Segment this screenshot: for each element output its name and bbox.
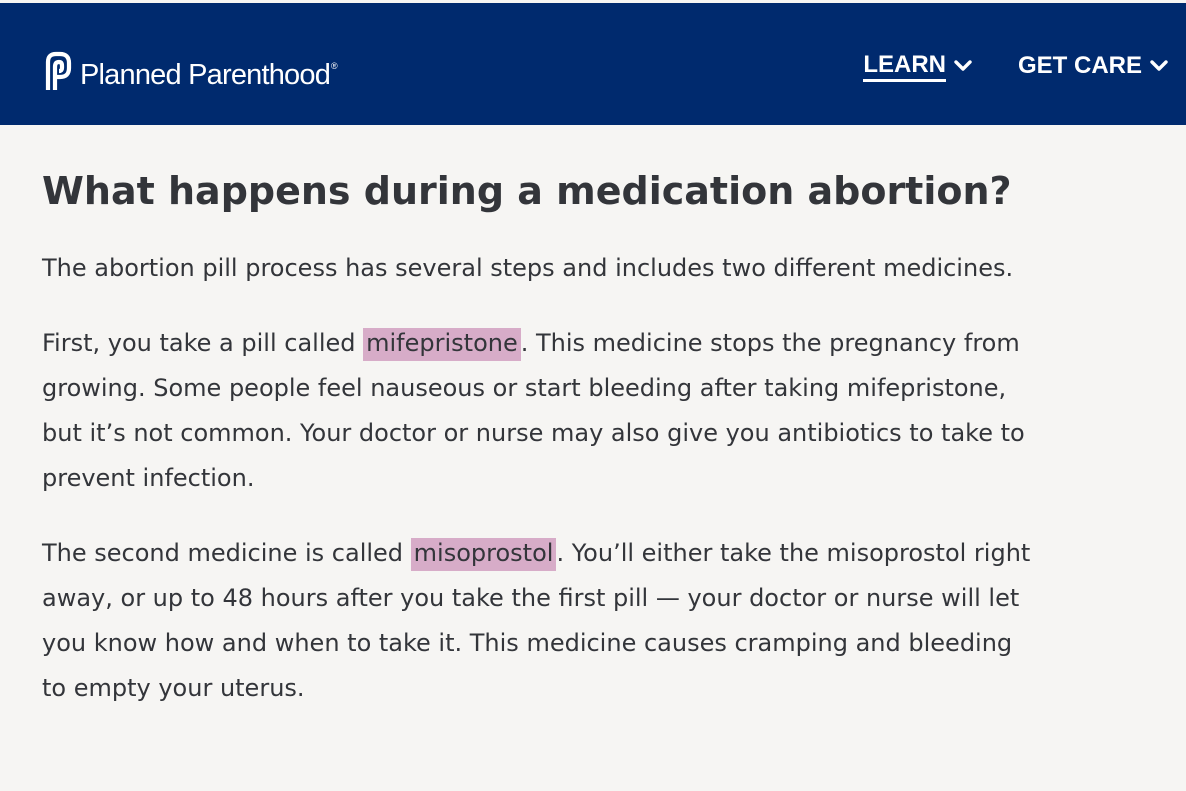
page-title: What happens during a medication abortio… [42,169,1012,213]
intro-paragraph: The abortion pill process has several st… [42,254,1014,282]
registered-mark: ® [331,61,338,71]
misoprostol-paragraph: The second medicine is called misoprosto… [42,531,1042,711]
nav-get-care-label: GET CARE [1017,52,1142,79]
main-nav: LEARN GET CARE [863,50,1168,82]
misoprostol-highlight-link[interactable]: misoprostol [410,538,557,571]
chevron-down-icon [954,60,972,71]
nav-learn-label: LEARN [863,50,946,82]
chevron-down-icon [1150,60,1168,71]
mifepristone-paragraph: First, you take a pill called mifepristo… [42,321,1042,501]
site-logo[interactable]: Planned Parenthood® [42,45,338,96]
article-content: What happens during a medication abortio… [42,165,1042,711]
mifepristone-highlight-link[interactable]: mifepristone [363,328,521,361]
site-header: Planned Parenthood® LEARN GET CARE [0,3,1186,125]
nav-get-care[interactable]: GET CARE [1018,50,1168,82]
planned-parenthood-logo-icon [45,51,72,90]
paragraph-text: First, you take a pill called [42,329,364,357]
logo-wordmark: Planned Parenthood® [80,59,338,91]
paragraph-text: The second medicine is called [42,539,411,567]
nav-learn[interactable]: LEARN [863,50,972,82]
